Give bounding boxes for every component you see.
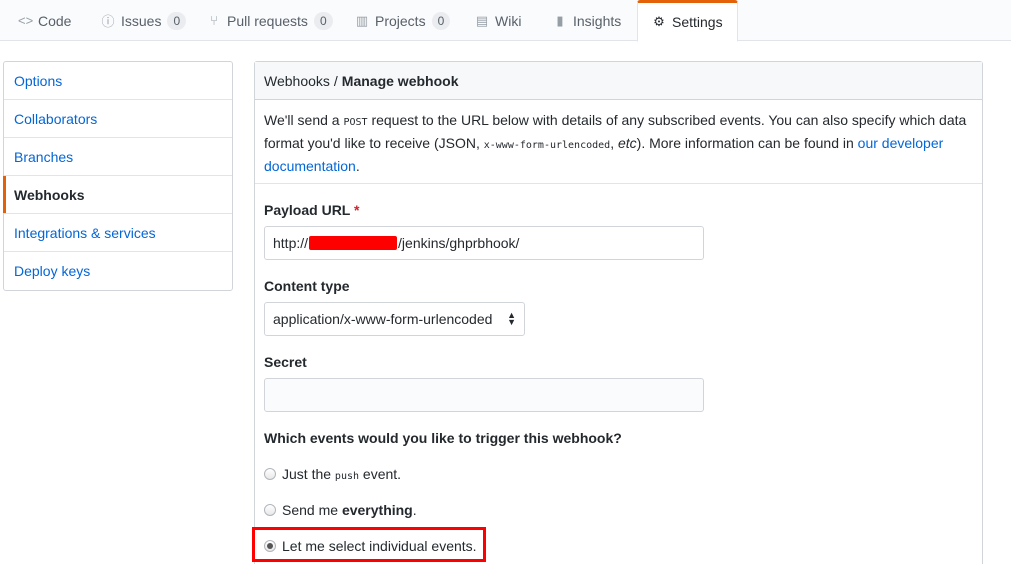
radio-button[interactable] bbox=[264, 468, 276, 480]
tab-projects-label: Projects bbox=[375, 12, 426, 29]
select-arrows-icon: ▲ ▼ bbox=[507, 310, 516, 327]
pull-request-icon: ⑂ bbox=[210, 13, 218, 28]
radio-push-event[interactable]: Just the push event. bbox=[264, 466, 401, 482]
menu-item-branches[interactable]: Branches bbox=[4, 138, 232, 176]
events-question: Which events would you like to trigger t… bbox=[264, 430, 622, 446]
required-mark: * bbox=[354, 202, 360, 218]
tab-wiki[interactable]: ▤ Wiki bbox=[467, 0, 529, 41]
post-code: POST bbox=[343, 117, 368, 128]
payload-url-prefix: http:// bbox=[273, 235, 309, 251]
highlight-annotation bbox=[252, 527, 486, 562]
radio-push-label: Just the push event. bbox=[282, 466, 401, 482]
tab-code-label: Code bbox=[38, 12, 72, 29]
projects-counter: 0 bbox=[431, 11, 451, 30]
radio-everything[interactable]: Send me everything. bbox=[264, 502, 417, 518]
intro-text-1: We'll send a bbox=[264, 112, 344, 128]
pull-requests-counter: 0 bbox=[313, 11, 333, 30]
tab-issues[interactable]: ⓘ Issues 0 bbox=[93, 0, 194, 41]
tab-pull-requests[interactable]: ⑂ Pull requests 0 bbox=[199, 0, 341, 41]
tab-insights-label: Insights bbox=[573, 12, 622, 29]
tab-code[interactable]: <> Code bbox=[10, 0, 79, 41]
project-icon: ▥ bbox=[355, 12, 369, 28]
menu-item-options[interactable]: Options bbox=[4, 62, 232, 100]
secret-input[interactable] bbox=[264, 378, 704, 412]
radio-everything-label: Send me everything. bbox=[282, 502, 417, 518]
payload-url-label-text: Payload URL bbox=[264, 202, 351, 218]
everything-bold: everything bbox=[341, 502, 413, 518]
settings-menu: Options Collaborators Branches Webhooks … bbox=[3, 61, 233, 291]
radio-everything-text-c: . bbox=[412, 502, 417, 518]
payload-url-label: Payload URL * bbox=[264, 202, 359, 218]
intro-text: We'll send a POST request to the URL bel… bbox=[255, 100, 982, 184]
webhook-form-box: Webhooks / Manage webhook We'll send a P… bbox=[254, 61, 983, 564]
gear-icon: ⚙ bbox=[653, 14, 665, 29]
menu-item-integrations[interactable]: Integrations & services bbox=[4, 214, 232, 252]
code-icon: <> bbox=[18, 13, 34, 28]
tab-projects[interactable]: ▥ Projects 0 bbox=[347, 0, 458, 41]
content-type-label: Content type bbox=[264, 278, 350, 294]
graph-icon: ▮ bbox=[556, 12, 564, 28]
radio-button[interactable] bbox=[264, 504, 276, 516]
radio-push-text-a: Just the bbox=[282, 466, 335, 482]
breadcrumb-separator: / bbox=[333, 72, 338, 89]
content-type-value: application/x-www-form-urlencoded bbox=[273, 311, 493, 327]
tab-settings-label: Settings bbox=[672, 14, 723, 30]
breadcrumb-webhooks[interactable]: Webhooks bbox=[264, 73, 330, 89]
tab-settings[interactable]: ⚙ Settings bbox=[637, 0, 738, 42]
payload-url-suffix: /jenkins/ghprbhook/ bbox=[398, 235, 520, 251]
issue-icon: ⓘ bbox=[101, 14, 115, 29]
intro-text-5: . bbox=[355, 158, 360, 174]
content-type-select[interactable]: application/x-www-form-urlencoded ▲ ▼ bbox=[264, 302, 525, 336]
secret-label: Secret bbox=[264, 354, 307, 370]
radio-push-text-b: event. bbox=[359, 466, 402, 482]
menu-item-collaborators[interactable]: Collaborators bbox=[4, 100, 232, 138]
menu-item-webhooks[interactable]: Webhooks bbox=[3, 176, 232, 214]
book-icon: ▤ bbox=[475, 12, 489, 28]
page-title: Manage webhook bbox=[341, 72, 459, 89]
payload-url-input[interactable]: http:// /jenkins/ghprbhook/ bbox=[264, 226, 704, 260]
etc-text: etc bbox=[617, 135, 637, 151]
tab-insights[interactable]: ▮ Insights bbox=[545, 0, 629, 41]
tab-pull-requests-label: Pull requests bbox=[227, 12, 308, 29]
redaction-mark bbox=[309, 236, 398, 250]
issues-counter: 0 bbox=[167, 11, 187, 30]
intro-text-4: ). More information can be found in bbox=[636, 135, 858, 151]
urlencoded-code: x-www-form-urlencoded bbox=[483, 140, 611, 151]
intro-text-3: , bbox=[610, 135, 618, 151]
tab-issues-label: Issues bbox=[121, 12, 162, 29]
breadcrumb: Webhooks / Manage webhook bbox=[255, 62, 982, 100]
menu-item-deploy-keys[interactable]: Deploy keys bbox=[4, 252, 232, 290]
repo-nav: <> Code ⓘ Issues 0 ⑂ Pull requests 0 ▥ P… bbox=[0, 0, 1011, 42]
tab-wiki-label: Wiki bbox=[495, 12, 522, 29]
push-code: push bbox=[334, 471, 360, 482]
radio-everything-text-a: Send me bbox=[282, 502, 342, 518]
